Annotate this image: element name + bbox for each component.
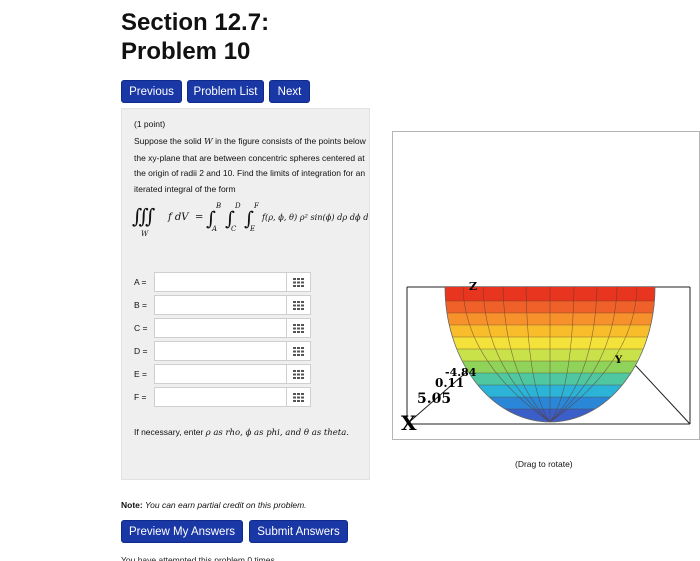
answer-row-a: A = [134,272,311,292]
rhs-integrand: f(ρ, ϕ, θ) ρ² sin(ϕ) dρ dϕ dθ. [261,212,368,222]
answer-row-b: B = [134,295,311,315]
tick-label: 0.11 [435,376,464,390]
axis-label-z: Z [469,280,477,293]
grid-icon[interactable] [287,387,311,407]
lhs-region: W [141,230,149,238]
submit-answers-button[interactable]: Submit Answers [249,520,348,543]
grid-icon[interactable] [287,272,311,292]
problem-panel: (1 point) Suppose the solid W in the fig… [121,108,370,480]
answer-input-a[interactable] [154,272,287,292]
answer-row-c: C = [134,318,311,338]
integral-equation: ∭ f dV W = ∫ B A ∫ D C ∫ F E f(ρ, ϕ, θ) … [132,202,368,238]
answer-input-f[interactable] [154,387,287,407]
grid-icon[interactable] [287,318,311,338]
page-title-line2: Problem 10 [121,38,251,65]
answer-input-b[interactable] [154,295,287,315]
answer-row-f: F = [134,387,311,407]
statement-text: Suppose the solid [134,136,204,146]
answer-input-e[interactable] [154,364,287,384]
note-text: You can earn partial credit on this prob… [142,500,307,510]
answer-label: F = [134,392,147,402]
answer-label: D = [134,346,148,356]
page-title-line1: Section 12.7: [121,9,270,36]
triple-integral-sign: ∭ [132,204,156,228]
hemisphere-surface [445,287,655,422]
hemisphere-figure[interactable]: Z X Y -4.84 0.11 5.05 [393,132,699,439]
answer-label: C = [134,323,148,333]
hint-text: If necessary, enter [134,427,206,437]
answer-input-c[interactable] [154,318,287,338]
limit-C: C [231,225,237,233]
preview-answers-button[interactable]: Preview My Answers [121,520,243,543]
answer-label: E = [134,369,147,379]
answer-label: A = [134,277,147,287]
statement-text: and [203,168,223,178]
drag-to-rotate-caption: (Drag to rotate) [515,459,573,469]
axis-label-y: Y [614,355,623,366]
attempts-text: You have attempted this problem 0 times. [121,555,278,561]
answer-input-d[interactable] [154,341,287,361]
limit-A: A [211,225,217,233]
input-hint: If necessary, enter ρ as rho, ϕ as phi, … [134,427,349,438]
answer-row-d: D = [134,341,311,361]
page-title: Section 12.7: Problem 10 [121,8,269,66]
note-label: Note: [121,500,143,510]
grid-icon[interactable] [287,341,311,361]
answer-row-e: E = [134,364,311,384]
radius-outer: 10 [222,168,233,178]
hint-text: as theta. [309,428,349,438]
grid-icon[interactable] [287,364,311,384]
next-button[interactable]: Next [269,80,310,103]
limit-F: F [253,202,260,210]
answer-label: B = [134,300,147,310]
points-label: (1 point) [134,119,166,129]
hint-text: as phi, and [251,428,304,438]
problem-statement: Suppose the solid W in the figure consis… [134,134,366,197]
limit-D: D [234,202,241,210]
limit-B: B [215,202,221,210]
problem-list-button[interactable]: Problem List [187,80,264,103]
axis-label-x: X [401,411,417,435]
solid-variable: W [203,137,213,147]
3d-figure-viewer[interactable]: Z X Y -4.84 0.11 5.05 [392,131,700,440]
tick-label: 5.05 [417,391,451,407]
hint-text: as rho, [210,428,246,438]
equals-sign: = [195,212,203,223]
limit-E: E [249,225,255,233]
grid-icon[interactable] [287,295,311,315]
partial-credit-note: Note: You can earn partial credit on thi… [121,500,307,510]
previous-button[interactable]: Previous [121,80,182,103]
lhs-integrand: f dV [167,212,190,223]
